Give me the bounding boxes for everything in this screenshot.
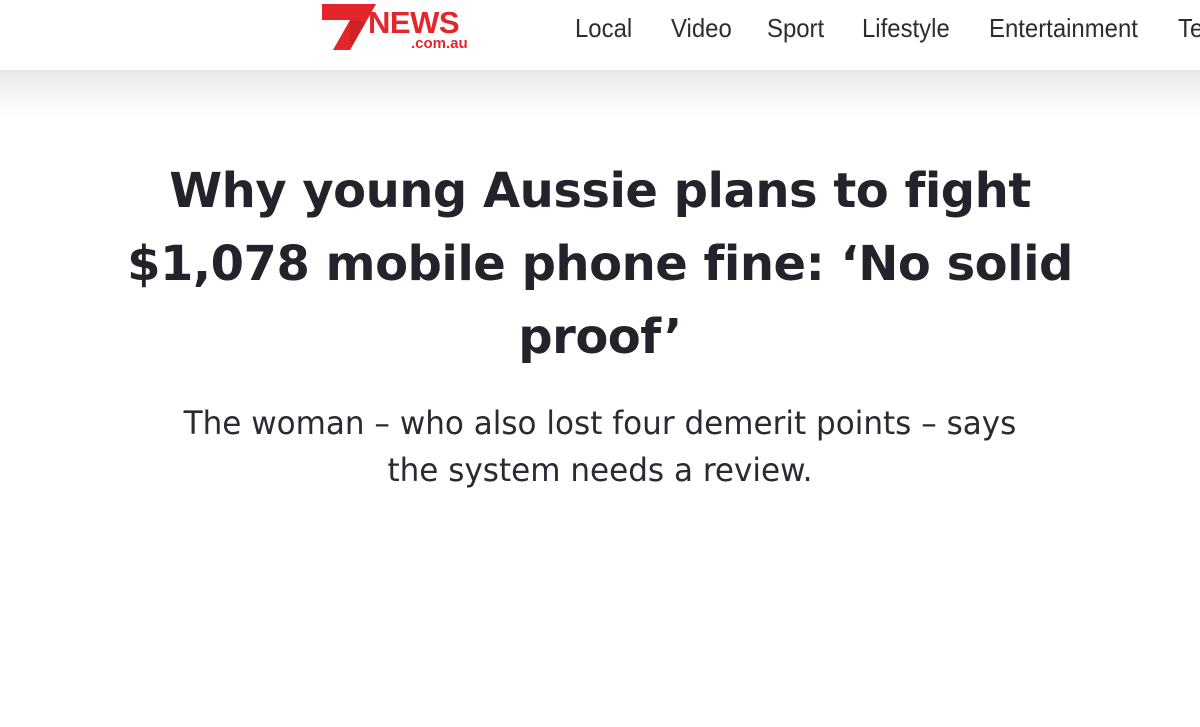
- article-standfirst: The woman – who also lost four demerit p…: [183, 404, 1017, 489]
- logo-domain: .com.au: [411, 35, 468, 52]
- main-nav: Local Video Sport Lifestyle Entertainmen…: [575, 0, 1200, 56]
- logo-word: NEWS: [368, 5, 460, 40]
- nav-item-truncated[interactable]: Te: [1178, 13, 1200, 44]
- nav-item-video[interactable]: Video: [671, 13, 732, 44]
- article-headline: Why young Aussie plans to fight $1,078 m…: [127, 163, 1073, 365]
- nav-item-sport[interactable]: Sport: [767, 13, 824, 44]
- 7news-logo[interactable]: NEWS .com.au: [320, 2, 490, 52]
- nav-item-entertainment[interactable]: Entertainment: [989, 13, 1138, 44]
- header-shadow: [0, 70, 1200, 118]
- site-header: NEWS .com.au Local Video Sport Lifestyle…: [0, 0, 1200, 70]
- nav-item-lifestyle[interactable]: Lifestyle: [862, 13, 950, 44]
- nav-item-local[interactable]: Local: [575, 13, 632, 44]
